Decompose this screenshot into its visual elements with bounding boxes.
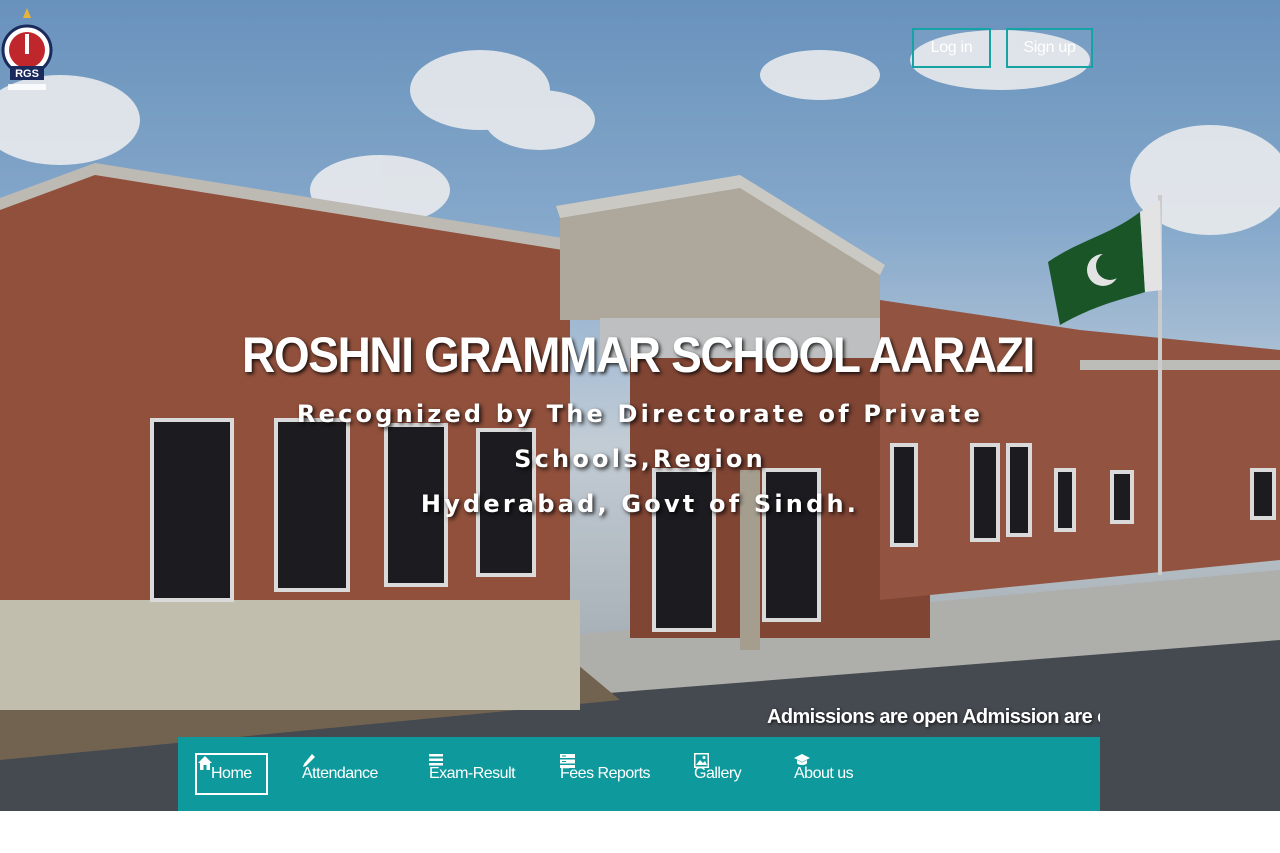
home-icon [198,756,212,770]
picture-icon [694,753,709,768]
hero-banner: RGS Log in Sign up ROSHNI GRAMMAR SCHOOL… [0,0,1280,811]
main-navbar: Home Attendance Exam-Result Fees Reports… [178,737,1100,811]
login-button[interactable]: Log in [912,28,991,68]
logo-text: RGS [15,68,39,80]
nav-gallery[interactable]: Gallery [694,753,742,795]
marquee-text: Admissions are open Admission are open A… [767,706,1100,728]
graduation-cap-icon [794,754,810,765]
signup-button[interactable]: Sign up [1006,28,1093,68]
nav-fees-reports[interactable]: Fees Reports [560,753,651,795]
subtitle-line-1: Recognized by The Directorate of Private… [296,400,984,473]
report-icon [560,754,575,768]
nav-exam-result-label: Exam-Result [429,765,516,782]
list-icon [429,754,443,766]
admission-marquee: Admissions are open Admission are open A… [178,706,1100,736]
nav-about-us-label: About us [794,765,854,782]
school-title: ROSHNI GRAMMAR SCHOOL AARAZI [242,327,1035,383]
nav-exam-result[interactable]: Exam-Result [429,753,516,795]
subtitle-line-2: Hyderabad, Govt of Sindh. [420,490,860,518]
school-subtitle: Recognized by The Directorate of Private… [230,392,1050,527]
school-logo-emblem: RGS [1,8,53,90]
pencil-icon [303,754,315,767]
nav-home-label: Home [211,765,252,782]
nav-attendance[interactable]: Attendance [302,753,378,795]
nav-home[interactable]: Home [195,753,268,795]
nav-about-us[interactable]: About us [794,753,854,795]
